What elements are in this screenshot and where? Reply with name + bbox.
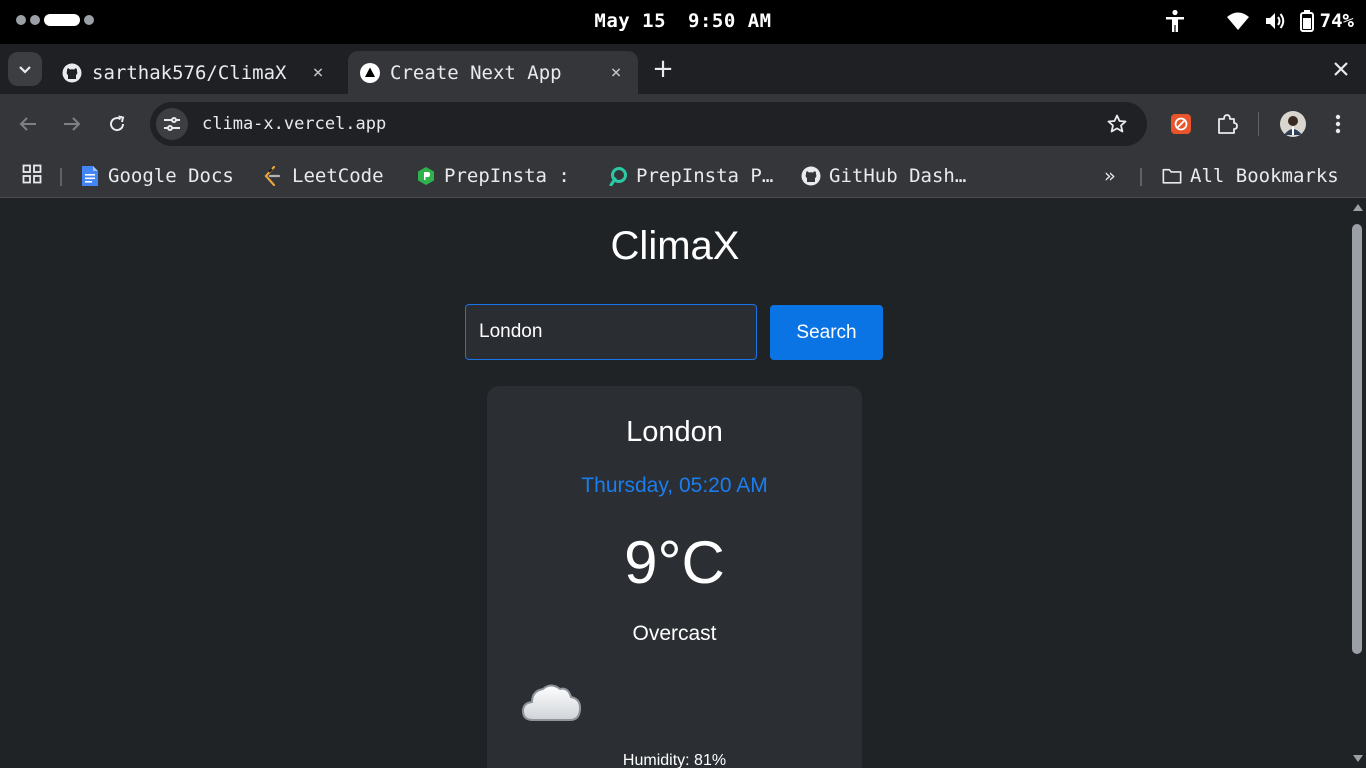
more-vert-icon <box>1335 114 1341 134</box>
search-button[interactable]: Search <box>770 305 883 360</box>
bookmark-star-button[interactable] <box>1101 108 1133 140</box>
wifi-icon[interactable] <box>1226 11 1250 31</box>
google-docs-icon <box>80 166 100 186</box>
system-status-bar: May 15 9:50 AM 74% <box>0 0 1366 44</box>
reload-icon <box>110 115 125 132</box>
all-bookmarks-label: All Bookmarks <box>1190 165 1339 187</box>
prepinsta-prime-icon <box>608 166 628 186</box>
github-icon <box>801 166 821 186</box>
battery-icon <box>1299 10 1314 32</box>
volume-icon[interactable] <box>1264 11 1286 31</box>
weather-condition: Overcast <box>632 622 717 645</box>
arrow-left-icon <box>19 117 36 131</box>
site-info-button[interactable] <box>156 108 188 140</box>
bookmarks-divider <box>1140 168 1142 186</box>
puzzle-icon <box>1218 114 1238 134</box>
tab-github[interactable]: sarthak576/ClimaX × <box>50 51 340 94</box>
battery-status[interactable]: 74% <box>1299 10 1354 32</box>
cloud-icon <box>521 678 583 728</box>
bookmark-label: GitHub Dash… <box>829 165 967 187</box>
browser-menu-button[interactable] <box>1322 108 1354 140</box>
tune-icon <box>164 117 180 131</box>
all-bookmarks-button[interactable]: All Bookmarks <box>1162 162 1339 190</box>
temperature: 9°C <box>624 529 725 596</box>
bookmarks-divider <box>60 168 62 186</box>
clock[interactable]: May 15 9:50 AM <box>0 10 1366 32</box>
toolbar-divider <box>1258 112 1259 136</box>
prepinsta-icon <box>416 166 436 186</box>
tab-create-next-app[interactable]: Create Next App × <box>348 51 638 94</box>
tab-title: Create Next App <box>390 61 562 84</box>
scroll-thumb[interactable] <box>1352 224 1362 654</box>
apps-button[interactable] <box>22 162 42 190</box>
bookmark-label: LeetCode <box>292 165 384 187</box>
scroll-up-arrow[interactable] <box>1353 204 1363 211</box>
arrow-right-icon <box>64 117 81 131</box>
status-time: 9:50 AM <box>688 10 772 32</box>
forward-button[interactable] <box>56 108 88 140</box>
page-scrollbar[interactable] <box>1350 198 1366 768</box>
extensions-button[interactable] <box>1211 108 1243 140</box>
bookmark-label: PrepInsta P… <box>636 165 774 187</box>
avatar-icon <box>1280 111 1306 137</box>
bookmarks-bar: Google Docs LeetCode PrepInsta : PrepIns… <box>0 154 1366 198</box>
web-page: ClimaX Search London Thursday, 05:20 AM … <box>0 198 1350 768</box>
scroll-down-arrow[interactable] <box>1353 755 1363 762</box>
city-search-input[interactable] <box>465 304 757 360</box>
chevron-double-right-icon: » <box>1104 165 1116 187</box>
bookmark-label: Google Docs <box>108 165 234 187</box>
bookmark-leetcode[interactable]: LeetCode <box>262 162 384 190</box>
profile-avatar[interactable] <box>1277 108 1309 140</box>
chevron-down-icon <box>18 60 32 79</box>
status-date: May 15 <box>594 10 667 32</box>
bookmark-github-dashboard[interactable]: GitHub Dash… <box>801 162 966 190</box>
github-icon <box>62 63 82 83</box>
tab-search-button[interactable] <box>8 52 42 86</box>
back-button[interactable] <box>12 108 44 140</box>
bookmark-google-docs[interactable]: Google Docs <box>80 162 234 190</box>
close-tab-icon[interactable]: × <box>308 62 328 83</box>
app-title: ClimaX <box>610 224 740 268</box>
local-datetime: Thursday, 05:20 AM <box>581 474 768 497</box>
accessibility-icon[interactable] <box>1164 9 1186 33</box>
battery-percentage: 74% <box>1319 10 1354 32</box>
humidity: Humidity: 81% <box>622 752 727 768</box>
blocker-extension-icon <box>1171 114 1191 134</box>
url-text[interactable]: clima-x.vercel.app <box>202 114 1101 134</box>
bookmark-label: PrepInsta : <box>444 165 570 187</box>
system-tray[interactable]: 74% <box>1164 9 1354 33</box>
tab-title: sarthak576/ClimaX <box>92 61 287 84</box>
browser-toolbar: clima-x.vercel.app <box>0 94 1366 154</box>
address-bar[interactable]: clima-x.vercel.app <box>150 102 1147 146</box>
tab-strip: sarthak576/ClimaX × Create Next App × + <box>0 44 1366 94</box>
leetcode-icon <box>262 166 282 186</box>
weather-card: London Thursday, 05:20 AM 9°C Overcast H… <box>487 386 862 768</box>
close-tab-icon[interactable]: × <box>606 62 626 83</box>
apps-grid-icon <box>22 164 42 189</box>
city-name: London <box>626 416 723 448</box>
bookmark-prepinsta[interactable]: PrepInsta : <box>416 162 570 190</box>
extension-blocker-button[interactable] <box>1165 108 1197 140</box>
folder-icon <box>1162 166 1182 186</box>
bookmarks-overflow-button[interactable]: » <box>1104 162 1115 190</box>
bookmark-prepinsta-prime[interactable]: PrepInsta P… <box>608 162 773 190</box>
new-tab-button[interactable]: + <box>650 54 676 84</box>
nextjs-icon <box>360 62 380 83</box>
star-icon <box>1107 114 1127 133</box>
close-window-button[interactable] <box>1328 56 1354 82</box>
reload-button[interactable] <box>101 108 133 140</box>
